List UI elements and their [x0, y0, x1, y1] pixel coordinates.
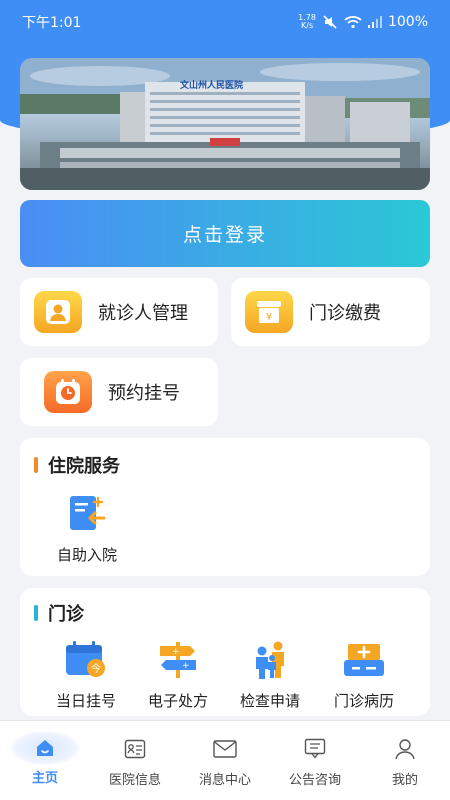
- section-accent-bar: [34, 605, 38, 621]
- user-icon: [394, 737, 416, 761]
- exam-request-button[interactable]: 检查申请: [220, 640, 320, 711]
- appointment-button[interactable]: 预约挂号: [20, 358, 218, 426]
- section-accent-bar: [34, 457, 38, 473]
- same-day-registration-button[interactable]: 今 当日挂号: [36, 640, 136, 711]
- outpatient-record-button[interactable]: 门诊病历: [314, 640, 414, 711]
- tab-announcements-label: 公告咨询: [288, 773, 341, 788]
- e-prescription-label: 电子处方: [147, 692, 208, 710]
- appointment-label: 预约挂号: [108, 383, 180, 404]
- mute-icon: [322, 14, 338, 30]
- tab-home[interactable]: 主页: [0, 721, 90, 800]
- medical-record-icon: [342, 640, 386, 680]
- patient-management-button[interactable]: 就诊人管理: [20, 278, 218, 346]
- signal-icon: [367, 16, 382, 28]
- network-speed: 1.78 K/s: [298, 13, 316, 30]
- outpatient-payment-button[interactable]: ¥ 门诊缴费: [231, 278, 430, 346]
- self-admission-button[interactable]: 自助入院: [37, 494, 137, 565]
- svg-text:¥: ¥: [266, 312, 272, 323]
- self-admission-label: 自助入院: [56, 546, 117, 564]
- outpatient-section-title: 门诊: [34, 600, 84, 626]
- home-icon: [10, 731, 80, 765]
- bottom-tab-bar: 主页 医院信息 消息中心 公告咨询 我的: [0, 720, 450, 800]
- self-admission-icon: [65, 494, 109, 534]
- outpatient-section: 门诊 今 当日挂号 + + 电子处方 检查申请 门诊病历: [20, 588, 430, 716]
- same-day-registration-label: 当日挂号: [55, 692, 116, 710]
- signpost-icon: + +: [156, 640, 200, 680]
- svg-text:+: +: [182, 661, 190, 671]
- person-icon: [34, 291, 82, 333]
- patient-management-label: 就诊人管理: [98, 303, 188, 324]
- tab-hospital-info[interactable]: 医院信息: [90, 721, 180, 800]
- hospital-building-image: 文山州人民医院: [20, 58, 430, 190]
- mail-icon: [213, 737, 237, 761]
- tab-profile[interactable]: 我的: [360, 721, 450, 800]
- people-icon: [248, 640, 292, 680]
- status-bar: 下午1:01 1.78 K/s 100%: [0, 0, 450, 44]
- tab-home-label: 主页: [31, 771, 58, 786]
- info-card-icon: [124, 737, 146, 761]
- hospital-sign: 文山州人民医院: [179, 79, 243, 91]
- wifi-icon: [344, 15, 362, 29]
- svg-text:今: 今: [91, 662, 101, 675]
- announcement-icon: [304, 737, 326, 761]
- inpatient-section: 住院服务 自助入院: [20, 438, 430, 576]
- login-button[interactable]: 点击登录: [20, 200, 430, 267]
- exam-request-label: 检查申请: [239, 692, 300, 710]
- tab-hospital-info-label: 医院信息: [108, 773, 161, 788]
- tab-announcements[interactable]: 公告咨询: [270, 721, 360, 800]
- battery-level: 100%: [387, 14, 428, 30]
- outpatient-payment-label: 门诊缴费: [309, 303, 381, 324]
- svg-text:+: +: [172, 647, 180, 657]
- inpatient-section-title: 住院服务: [34, 452, 120, 478]
- hospital-banner[interactable]: 文山州人民医院: [20, 58, 430, 190]
- tab-messages[interactable]: 消息中心: [180, 721, 270, 800]
- calendar-icon: 今: [64, 640, 108, 680]
- alarm-clock-icon: [44, 371, 92, 413]
- outpatient-record-label: 门诊病历: [333, 692, 394, 710]
- status-time: 下午1:01: [22, 15, 82, 31]
- tab-profile-label: 我的: [391, 773, 418, 788]
- tab-messages-label: 消息中心: [198, 773, 251, 788]
- payment-icon: ¥: [245, 291, 293, 333]
- e-prescription-button[interactable]: + + 电子处方: [128, 640, 228, 711]
- status-indicators: 1.78 K/s 100%: [298, 13, 428, 31]
